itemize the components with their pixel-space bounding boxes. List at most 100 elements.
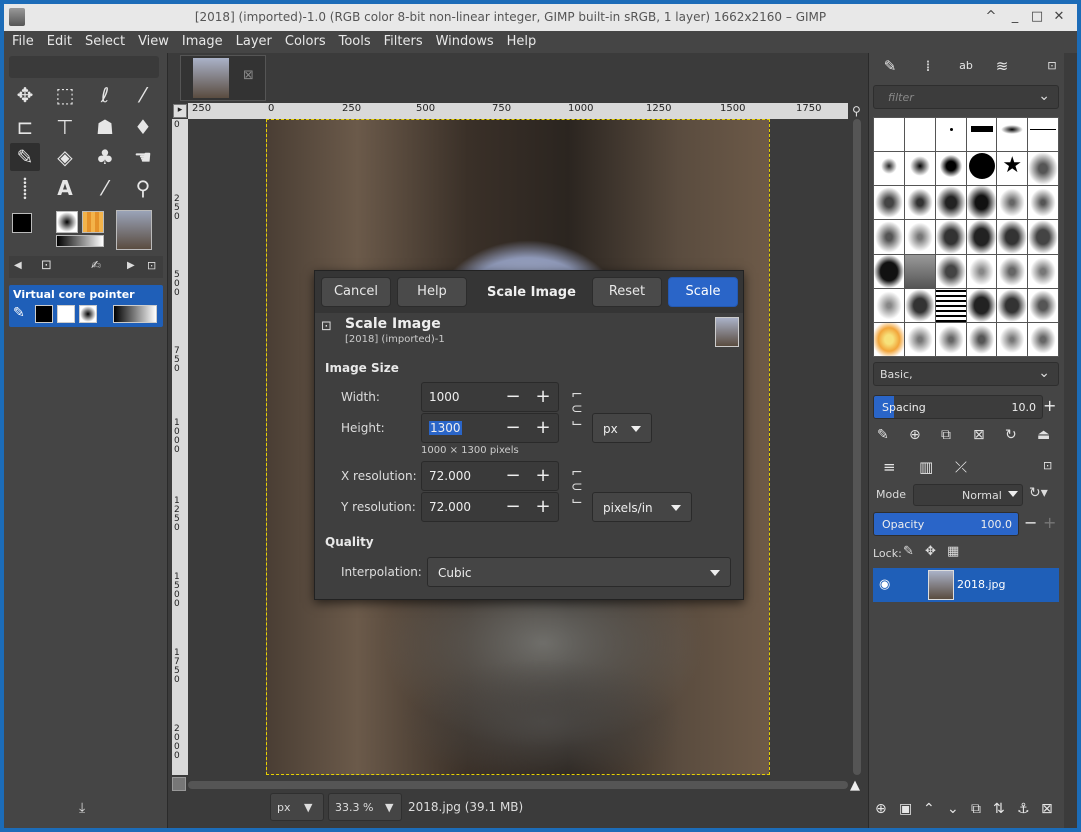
scale-button[interactable]: Scale xyxy=(668,277,738,307)
gradient-preview[interactable] xyxy=(56,235,104,247)
navigate-arrow-icon[interactable]: ▲ xyxy=(850,778,860,793)
menu-help[interactable]: Help xyxy=(499,31,542,49)
lock-alpha-icon[interactable]: ▦ xyxy=(947,544,959,559)
clone-tool-icon[interactable]: ♣ xyxy=(90,143,120,171)
resolution-chain-link-icon[interactable]: ⌐ ⊂ ⌙ xyxy=(571,466,583,508)
tool-presets-tab-icon[interactable]: ≋ xyxy=(991,55,1013,77)
refresh-brushes-icon[interactable]: ↻ xyxy=(1005,427,1017,443)
move-tool-icon[interactable]: ✥ xyxy=(10,81,40,109)
help-button[interactable]: Help xyxy=(397,277,467,307)
width-value[interactable]: 1000 xyxy=(429,390,460,404)
zoom-selector[interactable]: 33.3 % ▼ xyxy=(328,793,402,821)
brush-preview[interactable] xyxy=(56,211,78,233)
width-spin-field[interactable]: 1000 − + xyxy=(421,382,559,412)
y-resolution-decrement-button[interactable]: − xyxy=(498,493,528,521)
channels-tab-icon[interactable]: ▥ xyxy=(919,458,933,476)
layers-dock-menu-icon[interactable]: ⊡ xyxy=(1043,459,1052,472)
new-layer-group-icon[interactable]: ▣ xyxy=(899,801,912,817)
opacity-decrement-button[interactable]: − xyxy=(1024,513,1037,532)
image-preview-thumbnail[interactable] xyxy=(116,210,152,250)
zoom-tool-icon[interactable]: ⚲ xyxy=(128,174,158,202)
raise-layer-icon[interactable]: ⌃ xyxy=(923,801,935,817)
maximize-button[interactable]: □ xyxy=(1030,9,1044,25)
interpolation-selector[interactable]: Cubic xyxy=(427,557,731,587)
height-decrement-button[interactable]: − xyxy=(498,414,528,442)
fuzzy-select-tool-icon[interactable]: ⁄ xyxy=(128,81,158,109)
tab-menu-icon[interactable]: ⊡ xyxy=(147,259,156,272)
x-resolution-decrement-button[interactable]: − xyxy=(498,462,528,490)
new-layer-icon[interactable]: ⊕ xyxy=(875,801,887,817)
merge-layer-icon[interactable]: ⇅ xyxy=(993,801,1005,817)
unit-selector[interactable]: px ▼ xyxy=(270,793,324,821)
lock-position-icon[interactable]: ✥ xyxy=(925,544,936,559)
zoom-navigate-icon[interactable]: ⚲ xyxy=(852,104,861,118)
menu-image[interactable]: Image xyxy=(174,31,228,49)
layers-tab-icon[interactable]: ≡ xyxy=(883,458,896,476)
menu-edit[interactable]: Edit xyxy=(39,31,77,49)
chevron-down-icon[interactable]: ⌄ xyxy=(1038,365,1050,381)
width-increment-button[interactable]: + xyxy=(528,383,558,411)
mode-switch-icon[interactable]: ↻▾ xyxy=(1029,485,1048,501)
menu-select[interactable]: Select xyxy=(77,31,130,49)
height-increment-button[interactable]: + xyxy=(528,414,558,442)
layer-mode-selector[interactable]: Normal xyxy=(913,484,1023,506)
paths-tool-icon[interactable]: ⸽ xyxy=(10,174,40,202)
crop-tool-icon[interactable]: ⊏ xyxy=(10,113,40,141)
warp-tool-icon[interactable]: ☗ xyxy=(90,113,120,141)
menu-windows[interactable]: Windows xyxy=(428,31,499,49)
rect-select-tool-icon[interactable]: ⬚ xyxy=(50,81,80,109)
menu-filters[interactable]: Filters xyxy=(376,31,428,49)
brush-grid[interactable]: ★ xyxy=(873,117,1059,357)
close-tab-icon[interactable]: ⊠ xyxy=(243,68,254,83)
reset-button[interactable]: Reset xyxy=(592,277,662,307)
visibility-eye-icon[interactable]: ◉ xyxy=(879,577,890,592)
color-picker-tool-icon[interactable]: ⁄ xyxy=(90,174,120,202)
lower-layer-icon[interactable]: ⌄ xyxy=(947,801,959,817)
pattern-preview[interactable] xyxy=(82,211,104,233)
menu-view[interactable]: View xyxy=(130,31,174,49)
spacing-increment-button[interactable]: + xyxy=(1043,396,1056,415)
edit-brush-icon[interactable]: ✎ xyxy=(877,427,889,443)
anchor-layer-icon[interactable]: ⚓ xyxy=(1017,801,1030,817)
cancel-button[interactable]: Cancel xyxy=(321,277,391,307)
padding-color-icon[interactable] xyxy=(172,777,186,791)
close-button[interactable]: ✕ xyxy=(1052,9,1066,25)
text-tool-icon[interactable]: A xyxy=(50,174,80,202)
smudge-tool-icon[interactable]: ☚ xyxy=(128,143,158,171)
vertical-ruler[interactable]: 0 2 5 0 5 0 0 7 5 0 1 0 0 0 1 2 5 0 1 5 … xyxy=(172,119,188,775)
horizontal-ruler[interactable]: 250 0 250 500 750 1000 1250 1500 1750 xyxy=(188,103,848,119)
paintbrush-tool-icon[interactable]: ✎ xyxy=(10,143,40,171)
minimize-button[interactable]: _ xyxy=(1008,9,1022,25)
brush-preset-selector[interactable]: Basic, ⌄ xyxy=(873,362,1059,386)
shade-window-button[interactable]: ^ xyxy=(984,9,998,25)
new-brush-icon[interactable]: ⊕ xyxy=(909,427,921,443)
resolution-unit-selector[interactable]: pixels/in xyxy=(592,492,692,522)
lasso-tool-icon[interactable]: ℓ xyxy=(90,81,120,109)
menu-layer[interactable]: Layer xyxy=(228,31,277,49)
device-status-tab-icon[interactable]: ✍ xyxy=(91,258,101,272)
delete-layer-icon[interactable]: ⊠ xyxy=(1041,801,1053,817)
paths-tab-icon[interactable]: ⤫ xyxy=(955,458,967,476)
open-brush-as-image-icon[interactable]: ⏏ xyxy=(1037,427,1050,443)
quick-mask-toggle-icon[interactable]: ▸ xyxy=(173,104,187,118)
duplicate-layer-icon[interactable]: ⧉ xyxy=(971,801,981,817)
duplicate-brush-icon[interactable]: ⧉ xyxy=(941,427,951,443)
y-resolution-spin-field[interactable]: 72.000 − + xyxy=(421,492,559,522)
transform-tool-icon[interactable]: ⊤ xyxy=(50,113,80,141)
eraser-tool-icon[interactable]: ◈ xyxy=(50,143,80,171)
foreground-color-swatch[interactable] xyxy=(12,213,32,233)
opacity-increment-button[interactable]: + xyxy=(1043,513,1056,532)
menu-tools[interactable]: Tools xyxy=(331,31,376,49)
image-tab[interactable]: ⊠ xyxy=(180,55,266,101)
width-decrement-button[interactable]: − xyxy=(498,383,528,411)
layer-row[interactable]: ◉ 2018.jpg xyxy=(873,568,1059,602)
tab-right-arrow-icon[interactable]: ▶ xyxy=(127,260,135,271)
chevron-down-icon[interactable]: ⌄ xyxy=(1038,88,1050,104)
horizontal-scrollbar[interactable] xyxy=(188,781,848,789)
dock-menu-icon[interactable]: ⊡ xyxy=(1041,55,1063,77)
lock-pixels-icon[interactable]: ✎ xyxy=(903,544,914,559)
vertical-scrollbar[interactable] xyxy=(853,119,861,775)
brushes-tab-icon[interactable]: ✎ xyxy=(879,55,901,77)
delete-brush-icon[interactable]: ⊠ xyxy=(973,427,985,443)
x-resolution-spin-field[interactable]: 72.000 − + xyxy=(421,461,559,491)
